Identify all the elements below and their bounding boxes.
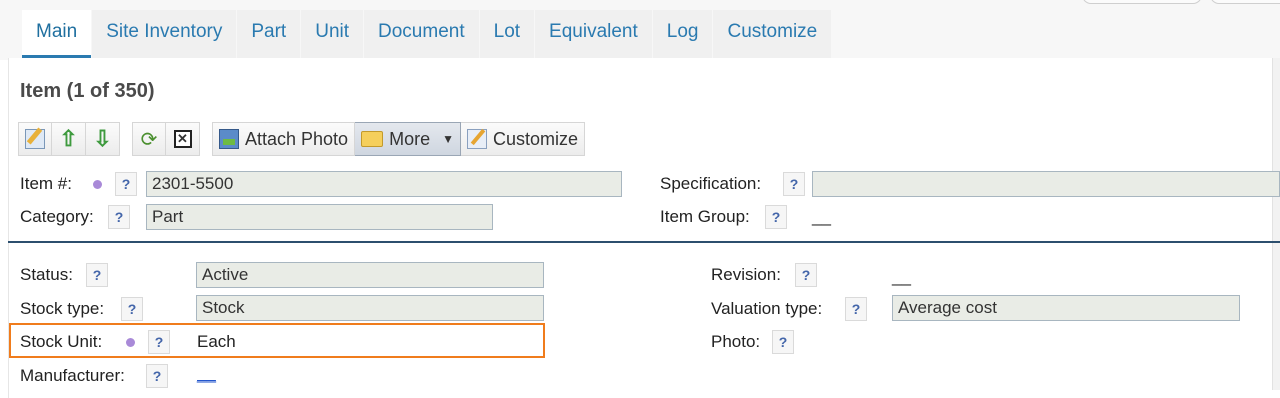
- stock-type-label: Stock type:: [20, 299, 105, 318]
- item-number-label: Item #:: [20, 174, 72, 193]
- more-label: More: [389, 128, 431, 149]
- tab-site-inventory[interactable]: Site Inventory: [92, 10, 237, 58]
- delete-icon: ✕: [173, 130, 192, 148]
- edit-button[interactable]: [18, 122, 52, 156]
- specification-label: Specification:: [660, 174, 762, 193]
- photo-label: Photo:: [711, 332, 761, 351]
- photo-icon: [219, 129, 239, 149]
- help-icon[interactable]: ?: [783, 172, 805, 196]
- arrow-up-icon: ⇧: [59, 126, 78, 151]
- attach-photo-label: Attach Photo: [245, 128, 349, 149]
- tab-lot[interactable]: Lot: [479, 10, 535, 58]
- category-field[interactable]: Part: [146, 204, 493, 230]
- next-record-button[interactable]: ⇩: [86, 122, 120, 156]
- specification-field[interactable]: [812, 171, 1280, 197]
- help-icon[interactable]: ?: [86, 263, 108, 287]
- status-label: Status:: [20, 265, 73, 284]
- item-group-value: __: [812, 207, 831, 226]
- customize-icon: [466, 129, 487, 149]
- attach-photo-button[interactable]: Attach Photo: [212, 122, 356, 156]
- tab-unit[interactable]: Unit: [301, 10, 364, 58]
- stock-unit-value[interactable]: Each: [197, 332, 236, 352]
- refresh-button[interactable]: ⟳: [132, 122, 166, 156]
- tab-document[interactable]: Document: [364, 10, 479, 58]
- required-indicator: [93, 180, 102, 189]
- delete-button[interactable]: ✕: [166, 122, 200, 156]
- edit-icon: [25, 129, 45, 149]
- top-pill-button[interactable]: [1082, 0, 1202, 4]
- tab-customize[interactable]: Customize: [713, 10, 832, 58]
- help-icon[interactable]: ?: [146, 364, 168, 388]
- vertical-scrollbar[interactable]: [1272, 58, 1280, 390]
- help-icon[interactable]: ?: [115, 172, 137, 196]
- tab-main[interactable]: Main: [22, 10, 92, 58]
- record-toolbar: ⇧ ⇩ ⟳ ✕ Attach Photo More ▼ Customize: [18, 121, 586, 157]
- manufacturer-label: Manufacturer:: [20, 366, 125, 385]
- tab-equivalent[interactable]: Equivalent: [535, 10, 652, 58]
- help-icon[interactable]: ?: [108, 205, 130, 229]
- tab-bar: Main Site Inventory Part Unit Document L…: [22, 10, 832, 58]
- more-menu-button[interactable]: More ▼: [355, 122, 461, 156]
- refresh-icon: ⟳: [140, 128, 158, 151]
- page-title: Item (1 of 350): [20, 80, 155, 102]
- item-group-label: Item Group:: [660, 207, 750, 226]
- customize-button[interactable]: Customize: [460, 122, 586, 156]
- help-icon[interactable]: ?: [772, 330, 794, 354]
- top-pill-button[interactable]: [1210, 0, 1280, 4]
- help-icon[interactable]: ?: [845, 297, 867, 321]
- help-icon[interactable]: ?: [795, 263, 817, 287]
- tab-log[interactable]: Log: [652, 10, 713, 58]
- help-icon[interactable]: ?: [765, 205, 787, 229]
- revision-label: Revision:: [711, 265, 781, 284]
- stock-unit-label: Stock Unit:: [20, 332, 103, 351]
- section-divider: [8, 241, 1280, 243]
- chevron-down-icon: ▼: [442, 132, 454, 146]
- valuation-type-label: Valuation type:: [711, 299, 823, 318]
- manufacturer-link[interactable]: __: [197, 364, 216, 384]
- tab-part[interactable]: Part: [237, 10, 301, 58]
- customize-label: Customize: [492, 128, 579, 149]
- category-label: Category:: [20, 207, 94, 226]
- folder-icon: [361, 131, 384, 147]
- help-icon[interactable]: ?: [148, 330, 170, 354]
- help-icon[interactable]: ?: [121, 297, 143, 321]
- status-field[interactable]: Active: [196, 262, 544, 288]
- arrow-down-icon: ⇩: [93, 126, 112, 151]
- required-indicator: [126, 338, 135, 347]
- valuation-type-field[interactable]: Average cost: [892, 295, 1240, 321]
- stock-type-field[interactable]: Stock: [196, 295, 544, 321]
- previous-record-button[interactable]: ⇧: [52, 122, 86, 156]
- item-number-field[interactable]: 2301-5500: [146, 171, 622, 197]
- revision-value: __: [892, 267, 911, 286]
